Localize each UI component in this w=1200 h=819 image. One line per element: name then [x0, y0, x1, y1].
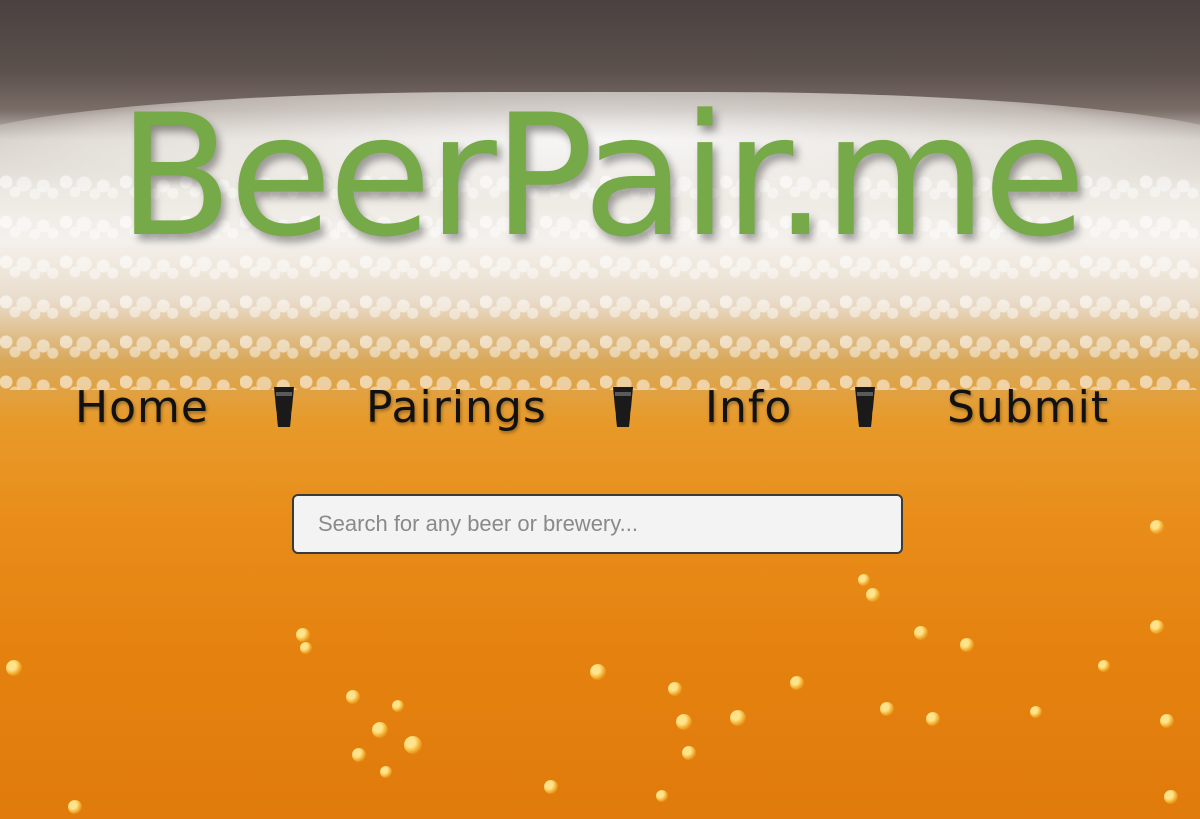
bubble [1160, 714, 1174, 728]
bubble [296, 628, 310, 642]
pint-glass-icon [274, 387, 294, 427]
bubble [372, 722, 388, 738]
pint-glass-icon [613, 387, 633, 427]
bubble [346, 690, 360, 704]
bubble [656, 790, 668, 802]
bubble [914, 626, 928, 640]
nav-submit-link[interactable]: Submit [947, 380, 1109, 436]
bubble [676, 714, 692, 730]
bubble [6, 660, 22, 676]
bubble [590, 664, 606, 680]
bubble [790, 676, 804, 690]
bubble [1164, 790, 1178, 804]
site-logo[interactable]: BeerPair.me [0, 92, 1200, 260]
pint-glass-icon [855, 387, 875, 427]
nav-pairings-link[interactable]: Pairings [366, 380, 547, 436]
bubble [1030, 706, 1042, 718]
bubble [880, 702, 894, 716]
bubble [668, 682, 682, 696]
bubble [544, 780, 558, 794]
bubble [404, 736, 422, 754]
nav-home-link[interactable]: Home [75, 380, 209, 436]
main-nav: Home Pairings Info Submit [0, 380, 1200, 436]
bubble [926, 712, 940, 726]
bubble [1098, 660, 1110, 672]
bubble [682, 746, 696, 760]
bubble [68, 800, 82, 814]
bubble [300, 642, 312, 654]
nav-info-link[interactable]: Info [705, 380, 792, 436]
search-input[interactable] [292, 494, 903, 554]
bubble [730, 710, 746, 726]
bubble [392, 700, 404, 712]
bubble [858, 574, 870, 586]
bubble [380, 766, 392, 778]
bubble [1150, 620, 1164, 634]
bubble [1150, 520, 1164, 534]
bubble [352, 748, 366, 762]
search-container [292, 494, 903, 554]
bubble [866, 588, 880, 602]
bubble [960, 638, 974, 652]
